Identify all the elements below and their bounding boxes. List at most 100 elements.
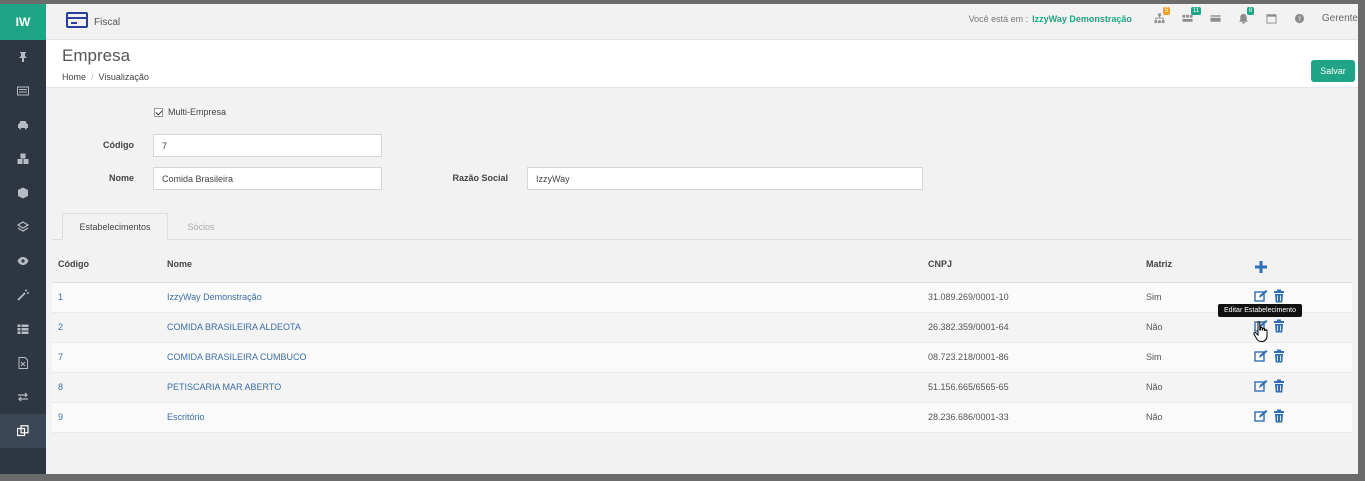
row-nome[interactable]: Escritório — [167, 412, 205, 422]
user-menu[interactable]: Gerente — [1322, 13, 1358, 24]
column-header-nome[interactable]: Nome — [167, 259, 192, 269]
svg-text:?: ? — [1298, 15, 1301, 23]
row-actions — [1254, 409, 1286, 423]
users-button[interactable]: 11 — [1174, 7, 1202, 24]
codigo-input[interactable] — [153, 134, 382, 157]
row-nome[interactable]: COMIDA BRASILEIRA ALDEOTA — [167, 322, 301, 332]
nome-label: Nome — [108, 173, 134, 183]
table-header: Código Nome CNPJ Matriz — [52, 249, 1352, 283]
sidebar-item-pin[interactable] — [0, 40, 46, 74]
pin-icon — [19, 52, 27, 62]
location-label: Você está em : — [968, 13, 1029, 24]
row-matriz: Não — [1146, 382, 1163, 392]
row-cnpj: 26.382.359/0001-64 — [928, 322, 1009, 332]
edit-icon[interactable] — [1254, 289, 1268, 303]
users-badge: 11 — [1190, 7, 1202, 15]
page-header: Empresa Home / Visualização Salvar — [46, 40, 1358, 88]
add-establishment-button[interactable] — [1254, 260, 1268, 274]
table-body: 1 IzzyWay Demonstração 31.089.269/0001-1… — [52, 283, 1352, 433]
row-matriz: Sim — [1146, 292, 1162, 302]
sidebar-item-copy[interactable] — [0, 414, 46, 448]
edit-icon[interactable] — [1254, 409, 1268, 423]
orders-button[interactable]: 5 — [1146, 7, 1174, 24]
trash-icon[interactable] — [1272, 379, 1286, 393]
table-row: 2 COMIDA BRASILEIRA ALDEOTA 26.382.359/0… — [52, 313, 1352, 343]
edit-icon[interactable] — [1254, 349, 1268, 363]
cube-icon — [18, 187, 28, 199]
sidebar-item-eye[interactable] — [0, 244, 46, 278]
table-row: 7 COMIDA BRASILEIRA CUMBUCO 08.723.218/0… — [52, 343, 1352, 373]
car-icon — [18, 121, 28, 130]
trash-icon[interactable] — [1272, 289, 1286, 303]
tab-estabelecimentos[interactable]: Estabelecimentos — [62, 213, 168, 240]
table-row: 8 PETISCARIA MAR ABERTO 51.156.665/6565-… — [52, 373, 1352, 403]
multi-empresa-option[interactable]: Multi-Empresa — [154, 107, 226, 117]
breadcrumb: Home / Visualização — [62, 72, 149, 82]
breadcrumb-separator: / — [91, 72, 94, 82]
row-cnpj: 51.156.665/6565-65 — [928, 382, 1009, 392]
sidebar-item-exchange[interactable] — [0, 380, 46, 414]
calendar-button[interactable] — [1258, 13, 1286, 24]
trash-icon[interactable] — [1272, 409, 1286, 423]
row-actions — [1254, 349, 1286, 363]
column-header-cnpj[interactable]: CNPJ — [928, 259, 952, 269]
list-card-icon — [17, 86, 29, 96]
page-title: Empresa — [62, 46, 131, 65]
codigo-label: Código — [103, 140, 134, 150]
credit-card-icon — [1210, 15, 1221, 22]
sidebar-item-table-list[interactable] — [0, 312, 46, 346]
trash-icon[interactable] — [1272, 349, 1286, 363]
tab-socios[interactable]: Sócios — [168, 213, 234, 240]
row-matriz: Sim — [1146, 352, 1162, 362]
column-header-codigo[interactable]: Código — [58, 259, 89, 269]
spreadsheet-icon — [18, 357, 28, 369]
breadcrumb-home[interactable]: Home — [62, 72, 86, 82]
calendar-icon — [1266, 13, 1277, 24]
magic-wand-icon — [17, 289, 29, 301]
row-codigo[interactable]: 7 — [58, 352, 63, 362]
column-header-matriz[interactable]: Matriz — [1146, 259, 1172, 269]
row-codigo[interactable]: 8 — [58, 382, 63, 392]
row-nome[interactable]: PETISCARIA MAR ABERTO — [167, 382, 281, 392]
trash-icon[interactable] — [1272, 319, 1286, 333]
save-button[interactable]: Salvar — [1311, 60, 1355, 82]
row-codigo[interactable]: 9 — [58, 412, 63, 422]
multi-empresa-checkbox[interactable] — [154, 107, 163, 117]
razao-social-input[interactable] — [527, 167, 923, 190]
credit-card-icon — [66, 12, 88, 28]
table-list-icon — [17, 324, 29, 334]
nome-input[interactable] — [153, 167, 382, 190]
edit-icon[interactable] — [1254, 379, 1268, 393]
notifications-badge: 8 — [1246, 7, 1255, 15]
row-actions — [1254, 379, 1286, 393]
sidebar-item-cubes[interactable] — [0, 142, 46, 176]
sidebar-item-cube[interactable] — [0, 176, 46, 210]
top-right-area: Você está em : IzzyWay Demonstração 5 11… — [968, 7, 1358, 24]
hand-cursor-icon — [1253, 321, 1268, 342]
sidebar-item-cards[interactable] — [0, 74, 46, 108]
messages-button[interactable] — [1202, 13, 1230, 24]
row-matriz: Não — [1146, 322, 1163, 332]
help-button[interactable]: ? — [1286, 13, 1314, 24]
app-logo[interactable]: IW — [0, 4, 46, 40]
row-matriz: Não — [1146, 412, 1163, 422]
row-codigo[interactable]: 1 — [58, 292, 63, 302]
establishments-table: Código Nome CNPJ Matriz 1 IzzyWay Demons… — [52, 249, 1352, 433]
row-nome[interactable]: IzzyWay Demonstração — [167, 292, 262, 302]
sidebar: IW — [0, 4, 46, 474]
sidebar-item-car[interactable] — [0, 108, 46, 142]
cubes-icon — [17, 153, 29, 164]
row-cnpj: 08.723.218/0001-86 — [928, 352, 1009, 362]
table-row: 1 IzzyWay Demonstração 31.089.269/0001-1… — [52, 283, 1352, 313]
notifications-button[interactable]: 8 — [1230, 7, 1258, 24]
module-switcher[interactable]: Fiscal — [66, 12, 120, 28]
dropbox-icon — [17, 221, 29, 232]
copy-icon — [17, 425, 29, 437]
row-codigo[interactable]: 2 — [58, 322, 63, 332]
current-company-link[interactable]: IzzyWay Demonstração — [1032, 14, 1132, 24]
sidebar-item-wand[interactable] — [0, 278, 46, 312]
sidebar-item-spreadsheet[interactable] — [0, 346, 46, 380]
orders-badge: 5 — [1162, 7, 1171, 15]
row-nome[interactable]: COMIDA BRASILEIRA CUMBUCO — [167, 352, 307, 362]
sidebar-item-dropbox[interactable] — [0, 210, 46, 244]
